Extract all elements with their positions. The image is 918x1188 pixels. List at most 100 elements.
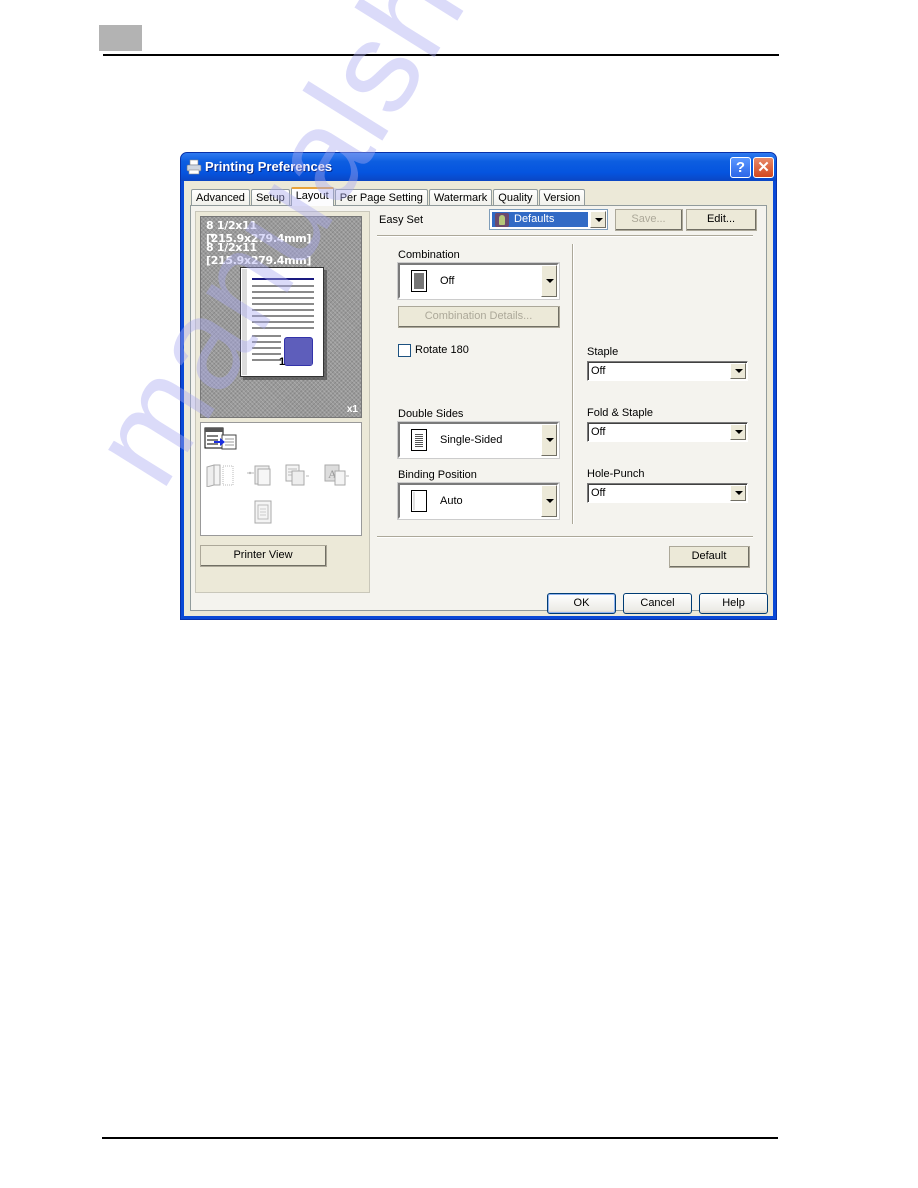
edit-label: Edit... [706,213,736,225]
duplex-icon [285,464,309,486]
thumb-line [252,353,281,355]
help-title-button[interactable]: ? [730,157,751,178]
header-rule [103,54,779,56]
chevron-down-icon[interactable] [730,363,746,379]
ok-label: OK [573,597,590,609]
thumb-line [252,335,281,337]
easy-set-separator [377,235,753,237]
fold-staple-value: Off [591,426,606,438]
binding-position-value: Auto [440,495,463,507]
down-arrow-icon: ▼ [208,231,217,241]
save-label: Save... [631,213,666,225]
ok-button[interactable]: OK [547,593,616,614]
tab-strip: Advanced Setup Layout Per Page Setting W… [191,187,586,206]
page-thumbnail: 1 [240,267,324,377]
title-bar[interactable]: Printing Preferences ? ✕ [181,153,776,181]
binding-edge [242,269,247,375]
fold-staple-label: Fold & Staple [587,407,654,419]
fold-staple-select[interactable]: Off [587,422,748,442]
tab-version[interactable]: Version [538,189,586,206]
thumb-line [252,327,314,329]
function-icons-pane: A [200,422,362,536]
thumb-line [252,303,314,305]
tab-layout[interactable]: Layout [290,187,334,206]
dialog-client: Advanced Setup Layout Per Page Setting W… [184,181,773,616]
copies-indicator: x1 [346,404,358,415]
default-button[interactable]: Default [669,546,750,568]
combination-value: Off [440,275,455,287]
edit-button[interactable]: Edit... [686,209,757,231]
output-paper-size: 8 1/2x11 [215.9x279.4mm] [206,241,312,267]
cancel-label: Cancel [640,597,675,609]
thumb-line [252,315,314,317]
thumb-line [252,347,281,349]
printer-view-label: Printer View [233,549,293,561]
thumb-line [252,321,314,323]
combination-details-button[interactable]: Combination Details... [398,306,560,328]
tab-advanced[interactable]: Advanced [191,189,250,206]
close-icon: ✕ [757,159,770,176]
single-sided-page-icon [411,429,427,451]
binding-page-icon [411,490,427,512]
thumb-line [252,285,314,287]
help-button[interactable]: Help [699,593,768,614]
default-label: Default [691,550,727,562]
preview-frame: 8 1/2x11 [215.9x279.4mm] ▼ 8 1/2x11 [215… [195,211,370,593]
footer-rule [102,1137,778,1139]
save-button[interactable]: Save... [615,209,683,231]
cancel-button[interactable]: Cancel [623,593,692,614]
chevron-down-icon[interactable] [590,211,606,228]
printer-settings-icon[interactable] [204,426,238,452]
page-preview: 8 1/2x11 [215.9x279.4mm] ▼ 8 1/2x11 [215… [200,216,362,418]
thumb-line [252,309,314,311]
thumb-line [252,359,281,361]
tab-per-page-setting[interactable]: Per Page Setting [334,189,428,206]
binding-position-label: Binding Position [398,469,477,481]
help-label: Help [722,597,745,609]
rotate-180-label: Rotate 180 [415,344,469,356]
hole-punch-select[interactable]: Off [587,483,748,503]
staple-label: Staple [587,346,619,358]
rotate-180-checkbox[interactable] [398,344,411,357]
double-sides-select[interactable]: Single-Sided [397,421,560,459]
chevron-down-icon[interactable] [541,424,557,456]
chevron-down-icon[interactable] [541,485,557,517]
thumb-heading-line [252,278,314,280]
chapter-marker [99,25,142,51]
question-icon: ? [735,159,746,176]
printing-preferences-dialog: Printing Preferences ? ✕ Advanced Setup … [180,152,777,620]
tab-watermark[interactable]: Watermark [428,189,493,206]
page-number: 1 [279,356,286,368]
staple-value: Off [591,365,606,377]
overlay-icon: A [324,464,349,486]
staple-select[interactable]: Off [587,361,748,381]
double-sides-label: Double Sides [398,408,464,420]
printer-view-button[interactable]: Printer View [200,545,327,567]
combination-details-label: Combination Details... [424,310,533,322]
thumb-line [252,341,281,343]
easy-set-select[interactable]: Defaults [489,209,608,230]
tab-quality[interactable]: Quality [493,189,538,206]
layout-panel: 8 1/2x11 [215.9x279.4mm] ▼ 8 1/2x11 [215… [190,205,767,611]
combination-label: Combination [398,249,460,261]
double-sides-value: Single-Sided [440,434,503,446]
chevron-down-icon[interactable] [730,485,746,501]
thumb-line [252,291,314,293]
combination-page-icon [411,270,427,292]
easy-set-label: Easy Set [379,214,424,226]
close-button[interactable]: ✕ [753,157,774,178]
tab-setup[interactable]: Setup [250,189,290,206]
binding-position-select[interactable]: Auto [397,482,560,520]
watermark-page-icon [254,500,272,524]
user-profile-icon [495,213,509,227]
easy-set-selected: Defaults [492,212,588,227]
booklet-icon [206,464,234,487]
easy-set-value: Defaults [514,213,555,225]
printer-icon [186,159,202,175]
combination-select[interactable]: Off [397,262,560,300]
chevron-down-icon[interactable] [541,265,557,297]
hole-punch-label: Hole-Punch [587,468,645,480]
bottom-separator [377,536,753,538]
column-separator [572,244,574,524]
chevron-down-icon[interactable] [730,424,746,440]
